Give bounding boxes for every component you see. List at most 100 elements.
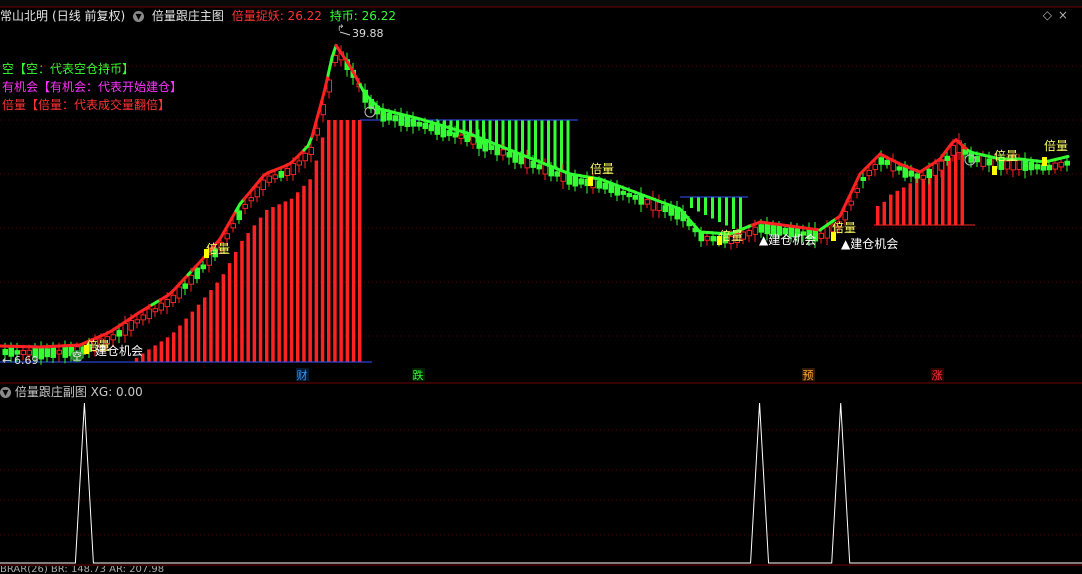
volume-bar — [725, 197, 728, 226]
volume-bar — [690, 197, 693, 208]
volume-bar — [697, 197, 700, 212]
beiliang-label: 倍量 — [719, 228, 743, 243]
volume-bar — [277, 204, 281, 362]
candle-body — [530, 160, 536, 168]
jiancang-label: 建仓机会 — [95, 344, 143, 358]
candle-body — [932, 163, 938, 176]
volume-bar — [566, 120, 570, 172]
candle-body — [626, 193, 632, 198]
beiliang-label: 倍量 — [590, 161, 614, 176]
candle-body — [446, 130, 452, 137]
high-price-label: 39.88 — [352, 27, 384, 40]
volume-bar — [246, 233, 250, 362]
event-marker-label: 财 — [297, 368, 308, 382]
candle-body — [554, 171, 560, 177]
volume-bar — [320, 137, 325, 362]
candle-body — [608, 183, 614, 193]
candle-body — [146, 308, 152, 320]
jiancang-arrow-label: ▲建仓机会 — [841, 237, 898, 251]
candle-body — [578, 178, 584, 185]
volume-bar — [895, 190, 899, 225]
yellow-signal-box — [588, 177, 593, 186]
candle-body — [620, 190, 626, 195]
volume-bar — [882, 201, 886, 225]
candle-body — [938, 160, 944, 171]
sub-indicator-name[interactable]: 倍量跟庄副图 — [15, 385, 87, 399]
candle-body — [266, 175, 272, 183]
candle-body — [1028, 161, 1034, 171]
candle-body — [260, 179, 266, 191]
volume-bar — [240, 240, 244, 362]
volume-bar — [960, 144, 964, 225]
ma-line-segment — [314, 105, 322, 124]
kong-label: 空 — [72, 350, 82, 363]
candle-body — [410, 118, 416, 127]
volume-bar — [876, 205, 880, 225]
candle-body — [866, 169, 872, 177]
candle-body — [974, 156, 980, 163]
volume-bar — [560, 120, 563, 170]
ma-line-segment — [1062, 154, 1070, 159]
volume-bar — [718, 197, 721, 222]
candle-body — [152, 308, 158, 313]
candle-body — [170, 294, 176, 304]
volume-bar — [252, 225, 257, 362]
candle-body — [236, 210, 242, 221]
candle-body — [644, 199, 650, 205]
candle-body — [392, 115, 398, 122]
beiliang-label: 倍量 — [206, 241, 230, 256]
candle-body — [908, 170, 914, 177]
volume-bar — [333, 120, 337, 362]
candle-body — [1064, 160, 1070, 166]
candle-body — [506, 152, 512, 158]
candle-body — [254, 186, 260, 198]
candle-body — [386, 112, 392, 121]
candle-body — [878, 157, 884, 165]
candle-body — [854, 188, 860, 193]
candle-body — [1052, 162, 1058, 170]
candle-body — [500, 149, 506, 156]
volume-bar — [147, 349, 151, 362]
volume-bar — [153, 345, 157, 362]
high-arrow-glyph: ↱ — [337, 24, 345, 34]
volume-bar — [902, 187, 906, 225]
candle-body — [416, 121, 422, 127]
volume-bar — [739, 197, 742, 233]
candle-body — [656, 201, 662, 211]
candle-body — [944, 155, 950, 161]
candle-body — [302, 152, 308, 162]
volume-bar — [215, 282, 219, 362]
volume-bar — [704, 197, 707, 215]
event-marker-label: 涨 — [932, 369, 943, 382]
candle-body — [134, 319, 140, 324]
volume-bar — [947, 157, 951, 225]
candle-body — [896, 166, 902, 171]
candle-body — [110, 334, 116, 341]
candle-body — [596, 180, 602, 189]
candle-body — [602, 182, 608, 190]
chevron-down-icon[interactable]: ▼ — [0, 387, 11, 398]
volume-bar — [534, 120, 537, 162]
candle-body — [176, 286, 182, 299]
volume-bar — [540, 120, 544, 164]
yellow-signal-box — [992, 166, 997, 175]
candle-body — [464, 134, 470, 143]
candle-body — [50, 346, 56, 358]
candle-body — [284, 168, 290, 176]
candle-body — [884, 159, 890, 166]
candle-body — [116, 330, 122, 337]
volume-bar — [547, 120, 550, 166]
yellow-signal-box — [204, 249, 209, 258]
ma-line-segment — [326, 56, 334, 77]
candle-body — [710, 236, 716, 242]
volume-bar — [159, 341, 164, 362]
candle-body — [314, 127, 320, 136]
volume-bar — [308, 179, 312, 362]
volume-bar — [915, 176, 919, 225]
candle-body — [140, 314, 146, 321]
volume-bar — [527, 120, 531, 160]
volume-bar — [339, 120, 343, 362]
candle-body — [926, 168, 932, 178]
volume-bar — [227, 263, 232, 362]
candle-body — [44, 348, 50, 358]
